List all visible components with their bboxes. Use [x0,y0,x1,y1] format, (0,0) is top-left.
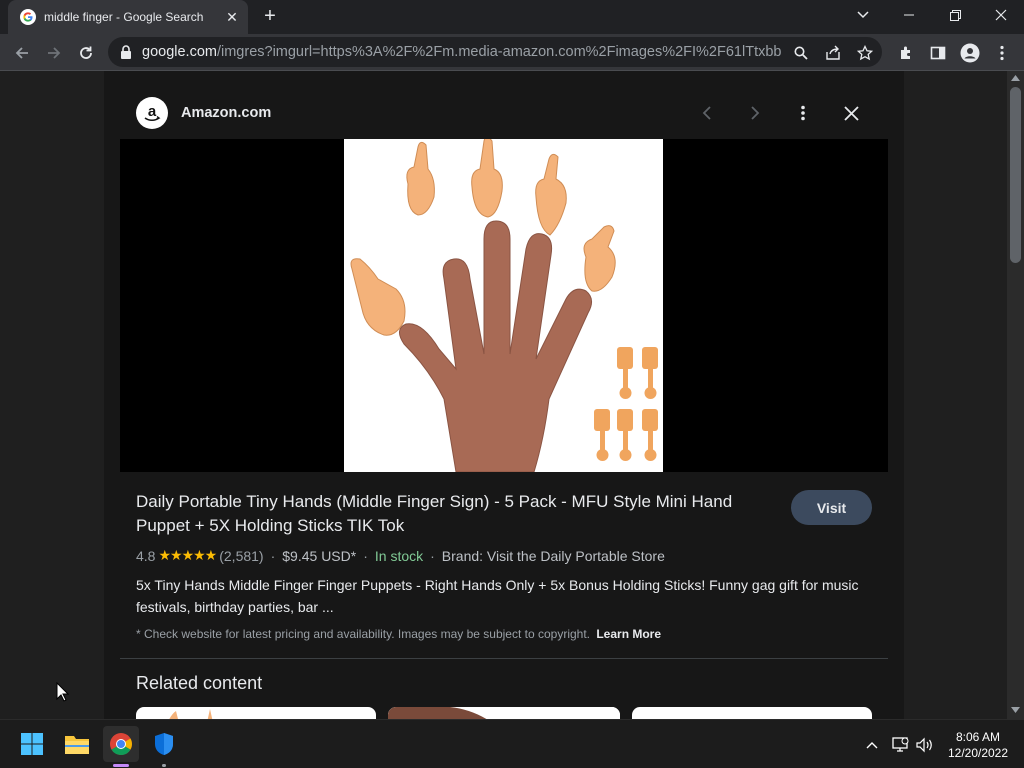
minimize-button[interactable] [886,0,932,30]
address-bar[interactable]: google.com/imgres?imgurl=https%3A%2F%2Fm… [108,37,882,67]
next-image-icon[interactable] [741,99,769,127]
file-explorer-icon[interactable] [59,726,95,762]
close-viewer-icon[interactable] [837,99,865,127]
bookmark-star-icon[interactable] [856,44,874,62]
clock-time: 8:06 AM [955,730,1001,744]
show-hidden-icons-icon[interactable] [862,735,882,755]
rating-stars-icon: ★★★★★ [158,547,217,563]
tab-title: middle finger - Google Search [44,10,204,24]
google-icon [20,9,36,25]
chrome-menu-icon[interactable] [988,39,1016,67]
side-panel-icon[interactable] [924,39,952,67]
more-options-icon[interactable] [789,99,817,127]
learn-more-link[interactable]: Learn More [596,627,661,641]
search-icon[interactable] [792,44,810,62]
scroll-down-icon[interactable] [1011,707,1020,713]
rating-value: 4.8 [136,547,156,564]
tab-strip: middle finger - Google Search ✕ + [0,0,1024,34]
mouse-cursor-icon [56,682,69,702]
forward-button[interactable] [40,39,68,67]
separator: · [270,547,276,564]
scroll-thumb[interactable] [1010,87,1021,263]
product-meta: 4.8 ★★★★★ (2,581) · $9.45 USD* · In stoc… [136,547,665,564]
system-clock[interactable]: 8:06 AM 12/20/2022 [940,729,1016,761]
lock-icon [121,45,131,59]
clock-date: 12/20/2022 [947,746,1009,760]
profile-avatar-icon[interactable] [956,39,984,67]
related-card[interactable] [632,707,872,719]
back-button[interactable] [8,39,36,67]
network-icon[interactable] [890,735,910,755]
windows-security-icon[interactable] [146,726,182,767]
product-description: 5x Tiny Hands Middle Finger Finger Puppe… [136,577,859,615]
separator: · [363,547,368,564]
tab-search-icon[interactable] [840,0,886,30]
browser-toolbar: google.com/imgres?imgurl=https%3A%2F%2Fm… [0,34,1024,71]
pricing-disclaimer: * Check website for latest pricing and a… [136,627,661,641]
availability-status: In stock [374,547,424,564]
volume-icon[interactable] [914,735,934,755]
review-count: (2,581) [219,547,264,564]
disclaimer-text: * Check website for latest pricing and a… [136,627,590,641]
related-card[interactable] [136,707,376,719]
page-content: a Amazon.com Daily Portable Tiny Hands (… [0,71,1024,719]
tab-close-icon[interactable]: ✕ [224,9,240,26]
reload-button[interactable] [72,39,100,67]
windows-start-icon[interactable] [14,726,50,762]
scroll-up-icon[interactable] [1011,75,1020,81]
divider [120,658,888,659]
page-scrollbar[interactable] [1007,71,1024,719]
svg-text:a: a [148,103,157,120]
browser-tab[interactable]: middle finger - Google Search ✕ [8,0,248,34]
price: $9.45 USD* [282,547,357,564]
amazon-logo-icon: a [136,97,168,129]
close-window-button[interactable] [978,0,1024,30]
new-tab-button[interactable]: + [258,6,282,28]
source-header[interactable]: a Amazon.com [136,97,271,129]
taskbar: 8:06 AM 12/20/2022 [0,719,1024,768]
extensions-icon[interactable] [892,39,920,67]
url-text: google.com/imgres?imgurl=https%3A%2F%2Fm… [142,44,782,60]
product-image[interactable] [344,136,663,473]
chrome-taskbar-icon[interactable] [103,726,139,767]
related-card[interactable] [388,707,620,719]
share-icon[interactable] [824,44,842,62]
separator: · [430,547,435,564]
image-viewer-panel: a Amazon.com Daily Portable Tiny Hands (… [104,71,904,719]
restore-button[interactable] [932,0,978,30]
source-name: Amazon.com [181,105,272,121]
product-title[interactable]: Daily Portable Tiny Hands (Middle Finger… [136,490,766,538]
previous-image-icon[interactable] [693,99,721,127]
visit-button[interactable]: Visit [791,490,872,525]
related-content-heading: Related content [136,673,263,693]
image-frame [120,136,888,473]
brand-text: Brand: Visit the Daily Portable Store [441,547,665,564]
